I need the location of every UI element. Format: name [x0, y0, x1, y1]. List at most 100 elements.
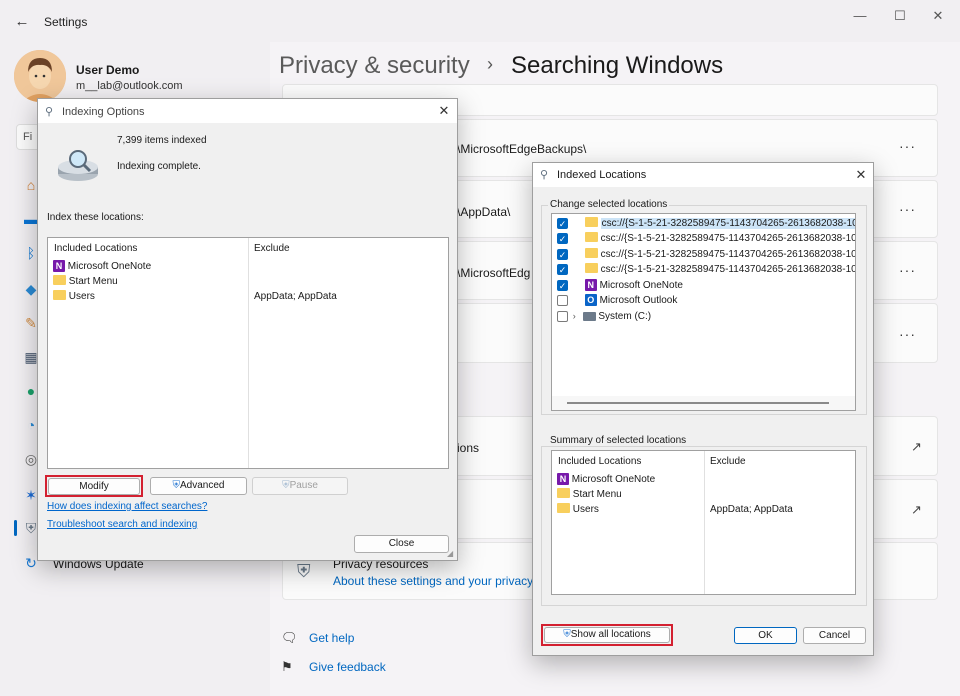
folder-icon — [53, 275, 66, 286]
folder-icon — [584, 217, 598, 228]
column-separator — [248, 238, 249, 468]
summary-list[interactable]: Included Locations Exclude N Microsoft O… — [551, 450, 856, 595]
dialog-close-icon[interactable]: ✕ — [853, 167, 869, 183]
dialog-title: Indexing Options — [62, 106, 145, 118]
onenote-icon: N — [584, 279, 597, 292]
card-label: ions — [457, 441, 480, 455]
location-name: Start Menu — [572, 489, 622, 500]
folder-icon — [584, 232, 598, 243]
cancel-button[interactable]: Cancel — [803, 627, 866, 644]
resize-grip-icon[interactable]: ◢ — [447, 549, 453, 558]
onenote-icon: N — [557, 473, 569, 486]
outlook-icon: O — [584, 294, 597, 307]
tree-item[interactable]: O Microsoft Outlook — [552, 293, 677, 308]
pause-label: Pause — [289, 480, 318, 491]
external-link-icon[interactable]: ↗ — [911, 439, 922, 455]
get-help-link[interactable]: Get help — [309, 631, 354, 645]
folder-icon — [557, 503, 570, 514]
location-checkbox[interactable]: ✓ — [557, 279, 568, 291]
user-email: m__lab@outlook.com — [76, 80, 183, 92]
tree-item-label: System (C:) — [598, 311, 652, 322]
location-checkbox[interactable]: ✓ — [557, 248, 568, 260]
indexing-options-dialog: ⚲ Indexing Options ✕ 7,399 items indexed… — [37, 98, 458, 561]
maximize-button[interactable]: ☐ — [885, 6, 915, 26]
more-options-icon[interactable]: ··· — [899, 201, 916, 217]
location-checkbox[interactable] — [557, 310, 568, 322]
tree-item-label: csc://{S-1-5-21-3282589475-1143704265-26… — [600, 218, 855, 229]
horizontal-scrollbar[interactable] — [552, 396, 855, 410]
shield-icon: ⛨ — [297, 561, 311, 581]
location-name: Microsoft OneNote — [571, 474, 656, 485]
external-link-icon[interactable]: ↗ — [911, 502, 922, 518]
more-options-icon[interactable]: ··· — [899, 326, 916, 342]
close-icon: ✕ — [932, 8, 944, 23]
close-dialog-button[interactable]: Close — [354, 535, 449, 553]
troubleshoot-link[interactable]: Troubleshoot search and indexing — [47, 519, 197, 530]
back-button[interactable]: ← — [12, 12, 32, 32]
location-checkbox[interactable]: ✓ — [557, 217, 568, 229]
index-locations-label: Index these locations: — [47, 212, 144, 223]
breadcrumb-chevron-icon: › — [487, 54, 493, 74]
list-row[interactable]: Start Menu — [557, 487, 622, 502]
column-header-included[interactable]: Included Locations — [54, 241, 137, 256]
how-indexing-affects-link[interactable]: How does indexing affect searches? — [47, 501, 207, 512]
privacy-link[interactable]: About these settings and your privacy — [333, 574, 533, 588]
indexed-locations-dialog: ⚲ Indexed Locations ✕ Change selected lo… — [532, 162, 874, 656]
dialog-close-icon[interactable]: ✕ — [436, 103, 452, 119]
indexing-status: Indexing complete. — [117, 161, 201, 172]
locations-tree[interactable]: ✓ csc://{S-1-5-21-3282589475-1143704265-… — [551, 213, 856, 411]
location-checkbox[interactable]: ✓ — [557, 263, 568, 275]
modify-button[interactable]: Modify — [48, 478, 140, 495]
card-path: \AppData\ — [457, 205, 511, 219]
column-header-included[interactable]: Included Locations — [558, 454, 641, 469]
location-name: Users — [68, 291, 95, 302]
indexed-locations-list[interactable]: Included Locations Exclude N Microsoft O… — [47, 237, 449, 469]
pause-button[interactable]: ⛨Pause — [252, 477, 348, 495]
show-all-label: Show all locations — [570, 629, 651, 640]
list-row[interactable]: N Microsoft OneNote — [557, 472, 655, 487]
column-separator — [704, 451, 705, 594]
scrollbar-thumb[interactable] — [567, 402, 829, 404]
help-icon: 🗨 — [281, 630, 298, 645]
avatar[interactable] — [14, 50, 66, 102]
tree-item-label: csc://{S-1-5-21-3282589475-1143704265-26… — [600, 249, 856, 260]
user-name: User Demo — [76, 63, 140, 77]
uac-shield-icon: ⛨ — [563, 629, 571, 640]
active-nav-indicator — [14, 520, 17, 536]
tree-item[interactable]: ✓ csc://{S-1-5-21-3282589475-1143704265-… — [552, 247, 856, 262]
folder-icon — [584, 248, 598, 259]
location-name: Start Menu — [68, 276, 118, 287]
more-options-icon[interactable]: ··· — [899, 138, 916, 154]
minimize-button[interactable]: — — [845, 6, 875, 26]
indexing-app-icon: ⚲ — [45, 106, 54, 118]
list-row[interactable]: Users — [557, 502, 599, 517]
ok-button[interactable]: OK — [734, 627, 797, 644]
give-feedback-link[interactable]: Give feedback — [309, 660, 386, 674]
expand-chevron-icon[interactable]: › — [573, 311, 576, 321]
location-checkbox[interactable] — [557, 294, 568, 306]
items-indexed: 7,399 items indexed — [117, 135, 207, 146]
location-checkbox[interactable]: ✓ — [557, 232, 568, 244]
dialog-title: Indexed Locations — [557, 169, 647, 181]
tree-item[interactable]: ✓ csc://{S-1-5-21-3282589475-1143704265-… — [552, 231, 855, 246]
tree-item[interactable]: › System (C:) — [552, 309, 651, 324]
tree-item[interactable]: ✓ csc://{S-1-5-21-3282589475-1143704265-… — [552, 216, 855, 231]
list-row[interactable]: Users — [53, 289, 95, 304]
folder-icon — [557, 488, 570, 499]
show-all-locations-button[interactable]: ⛨Show all locations — [544, 627, 670, 643]
onenote-icon: N — [53, 260, 65, 273]
exclude-value: AppData; AppData — [254, 291, 337, 302]
close-button[interactable]: ✕ — [923, 6, 953, 26]
breadcrumb-parent[interactable]: Privacy & security — [279, 52, 470, 80]
back-arrow-icon: ← — [14, 13, 30, 30]
column-header-exclude[interactable]: Exclude — [710, 454, 746, 469]
tree-item[interactable]: ✓ csc://{S-1-5-21-3282589475-1143704265-… — [552, 262, 856, 277]
tree-item-label: csc://{S-1-5-21-3282589475-1143704265-26… — [600, 264, 856, 275]
list-row[interactable]: N Microsoft OneNote — [53, 259, 151, 274]
card-path: \MicrosoftEdg — [457, 266, 531, 280]
tree-item[interactable]: ✓ N Microsoft OneNote — [552, 278, 683, 293]
list-row[interactable]: Start Menu — [53, 274, 118, 289]
advanced-button[interactable]: ⛨Advanced — [150, 477, 247, 495]
column-header-exclude[interactable]: Exclude — [254, 241, 290, 256]
more-options-icon[interactable]: ··· — [899, 262, 916, 278]
